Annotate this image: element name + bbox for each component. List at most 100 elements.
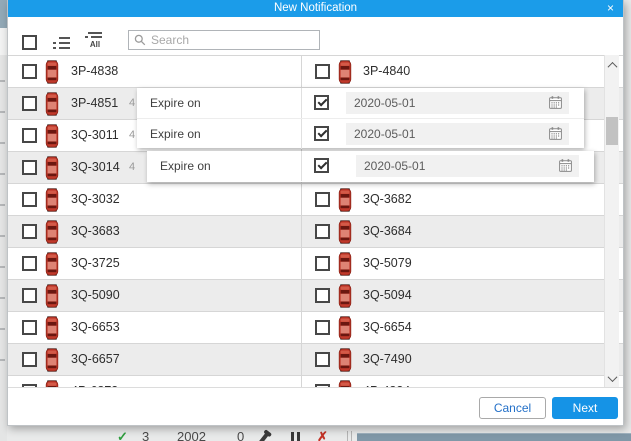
row-checkbox[interactable] bbox=[315, 320, 330, 335]
scrollbar-thumb[interactable] bbox=[606, 117, 618, 145]
vehicle-plate: 3Q-3683 bbox=[71, 216, 120, 247]
vehicle-plate: 3Q-3014 bbox=[71, 152, 120, 183]
vehicle-plate: 3P-4840 bbox=[363, 56, 410, 87]
wrench-icon bbox=[259, 432, 270, 441]
calendar-icon[interactable] bbox=[559, 159, 572, 172]
expire-checkbox[interactable] bbox=[314, 158, 329, 173]
screen: ✓ 3 2002 0 ✗ New Notification × All bbox=[0, 0, 631, 441]
vehicle-plate: 3Q-5094 bbox=[363, 280, 412, 311]
row-checkbox[interactable] bbox=[22, 160, 37, 175]
row-checkbox[interactable] bbox=[315, 288, 330, 303]
multi-select-icon[interactable] bbox=[53, 37, 71, 50]
date-input[interactable]: 2020-05-01 bbox=[356, 155, 579, 177]
car-icon bbox=[45, 348, 59, 372]
vehicle-plate: 3Q-3011 bbox=[71, 120, 119, 151]
expire-row: Expire on 2020-05-01 bbox=[137, 118, 584, 149]
calendar-icon[interactable] bbox=[549, 96, 562, 109]
dialog-titlebar: New Notification × bbox=[8, 0, 623, 17]
table-row: 3Q-6657 3Q-7490 bbox=[8, 344, 623, 376]
row-checkbox[interactable] bbox=[22, 320, 37, 335]
status-count-1: 3 bbox=[142, 430, 149, 441]
row-checkbox[interactable] bbox=[315, 352, 330, 367]
divider bbox=[301, 119, 302, 149]
row-checkbox[interactable] bbox=[22, 96, 37, 111]
expire-popup-group: Expire on 2020-05-01 Expire on 2020-05-0… bbox=[137, 88, 584, 148]
car-icon bbox=[338, 284, 352, 308]
row-checkbox[interactable] bbox=[22, 288, 37, 303]
date-input[interactable]: 2020-05-01 bbox=[346, 92, 569, 114]
pause-icon bbox=[291, 432, 300, 441]
car-icon bbox=[338, 348, 352, 372]
expire-label: Expire on bbox=[160, 151, 211, 181]
divider bbox=[301, 88, 302, 118]
background-header-fragment bbox=[0, 0, 7, 28]
close-icon[interactable]: × bbox=[607, 0, 614, 16]
status-count-2: 2002 bbox=[177, 430, 206, 441]
table-row: 3Q-5090 3Q-5094 bbox=[8, 280, 623, 312]
car-icon bbox=[338, 252, 352, 276]
date-value: 2020-05-01 bbox=[354, 127, 415, 141]
car-icon bbox=[338, 316, 352, 340]
select-all-items-label: All bbox=[85, 40, 105, 49]
row-checkbox[interactable] bbox=[22, 224, 37, 239]
toolbar: All bbox=[8, 17, 623, 55]
expire-popup: Expire on 2020-05-01 bbox=[147, 151, 594, 182]
car-icon bbox=[45, 156, 59, 180]
expire-row: Expire on 2020-05-01 bbox=[137, 88, 584, 118]
vehicle-plate: 3Q-6654 bbox=[363, 312, 412, 343]
car-icon bbox=[45, 92, 59, 116]
divider bbox=[347, 431, 348, 441]
expire-label: Expire on bbox=[150, 88, 201, 118]
row-checkbox[interactable] bbox=[22, 192, 37, 207]
list-scrollbar[interactable] bbox=[604, 55, 619, 388]
background-window-edge bbox=[0, 0, 7, 441]
dialog-footer: Cancel Next bbox=[8, 387, 623, 425]
search-input[interactable] bbox=[146, 32, 319, 48]
row-checkbox[interactable] bbox=[315, 224, 330, 239]
car-icon bbox=[338, 188, 352, 212]
status-count-3: 0 bbox=[237, 430, 244, 441]
table-row: 3Q-3683 3Q-3684 bbox=[8, 216, 623, 248]
next-button[interactable]: Next bbox=[552, 397, 618, 419]
car-icon bbox=[338, 60, 352, 84]
row-checkbox[interactable] bbox=[315, 192, 330, 207]
obscured-text: 4 bbox=[129, 152, 135, 183]
calendar-icon[interactable] bbox=[549, 127, 562, 140]
obscured-text: 4 bbox=[129, 120, 135, 151]
date-input[interactable]: 2020-05-01 bbox=[346, 123, 569, 145]
car-icon bbox=[45, 124, 59, 148]
row-checkbox[interactable] bbox=[315, 256, 330, 271]
date-value: 2020-05-01 bbox=[354, 96, 415, 110]
vehicle-plate: 3Q-3684 bbox=[363, 216, 412, 247]
vehicle-plate: 3P-4851 bbox=[71, 88, 118, 119]
row-checkbox[interactable] bbox=[315, 64, 330, 79]
car-icon bbox=[45, 188, 59, 212]
scroll-down-icon[interactable] bbox=[605, 370, 619, 386]
vehicle-plate: 3Q-7490 bbox=[363, 344, 412, 375]
cancel-button[interactable]: Cancel bbox=[479, 397, 546, 419]
vehicle-plate: 3P-4838 bbox=[71, 56, 118, 87]
row-checkbox[interactable] bbox=[22, 64, 37, 79]
car-icon bbox=[45, 252, 59, 276]
expire-checkbox[interactable] bbox=[314, 95, 329, 110]
scroll-up-icon[interactable] bbox=[605, 57, 619, 73]
obscured-text: 4 bbox=[129, 88, 135, 119]
expire-checkbox[interactable] bbox=[314, 126, 329, 141]
row-checkbox[interactable] bbox=[22, 128, 37, 143]
divider bbox=[301, 151, 302, 181]
expire-label: Expire on bbox=[150, 119, 201, 149]
row-checkbox[interactable] bbox=[22, 352, 37, 367]
row-checkbox[interactable] bbox=[22, 256, 37, 271]
vehicle-plate: 3Q-3682 bbox=[363, 184, 412, 215]
date-value: 2020-05-01 bbox=[364, 159, 425, 173]
vehicle-plate: 3Q-5079 bbox=[363, 248, 412, 279]
car-icon bbox=[45, 60, 59, 84]
vehicle-plate: 3Q-3032 bbox=[71, 184, 120, 215]
status-check-icon: ✓ bbox=[117, 430, 128, 441]
table-row: 3P-4838 3P-4840 bbox=[8, 56, 623, 88]
vehicle-plate: 3Q-6657 bbox=[71, 344, 120, 375]
select-all-checkbox[interactable] bbox=[22, 35, 37, 50]
expire-row: Expire on 2020-05-01 bbox=[147, 151, 594, 181]
vehicle-plate: 3Q-3725 bbox=[71, 248, 120, 279]
select-all-items-icon[interactable]: All bbox=[85, 32, 105, 51]
